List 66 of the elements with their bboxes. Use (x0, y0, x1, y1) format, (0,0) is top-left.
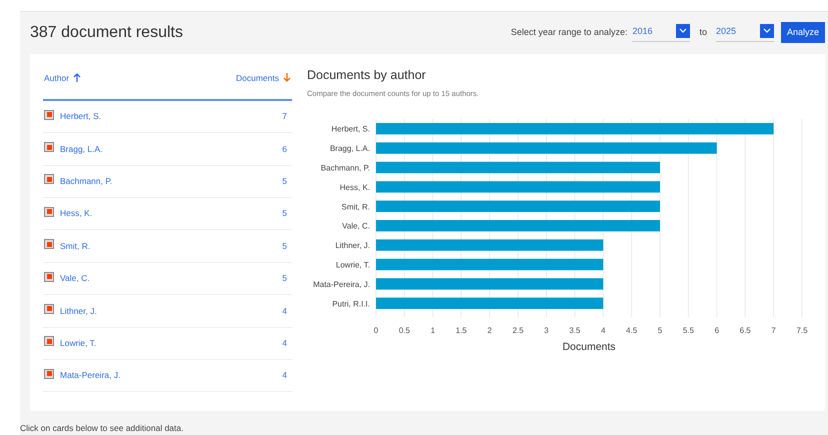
results-heading: 387 document results (30, 22, 183, 43)
tick-label: 0 (374, 326, 378, 335)
axis-label: Bachmann, P. (320, 163, 370, 172)
checkbox[interactable] (44, 336, 54, 346)
axis-title: Documents (562, 340, 616, 353)
axis-label: Bragg, L.A. (330, 144, 370, 154)
author-link[interactable]: Hess, K. (60, 207, 282, 220)
tick-label: 1.5 (456, 326, 467, 335)
footer-hint: Click on cards below to see additional data. (20, 422, 184, 435)
author-link[interactable]: Bachmann, P. (60, 175, 282, 188)
column-header[interactable]: Author (44, 72, 82, 84)
range-label: Select year range to analyze: (510, 26, 628, 40)
tick-label: 5.5 (682, 326, 694, 335)
tick-label: 7.5 (796, 326, 808, 335)
tick-label: 4 (600, 326, 606, 335)
author-link[interactable]: Smit, R. (60, 240, 282, 253)
author-link[interactable]: Bragg, L.A. (60, 142, 282, 156)
axis-label: Putri, R.I.I. (332, 299, 370, 308)
checkbox[interactable] (44, 239, 54, 250)
tick-label: 0.5 (398, 326, 410, 335)
tick-label: 3 (544, 326, 549, 335)
checkbox[interactable] (44, 368, 54, 379)
tick-label: 1 (430, 326, 436, 335)
chart-title: Documents by author (307, 66, 427, 84)
column-header[interactable]: Documents (236, 72, 291, 84)
axis-label: Vale, C. (342, 222, 370, 231)
checkbox[interactable] (44, 206, 54, 217)
chevron-down-icon (760, 24, 774, 38)
tick-label: 7 (771, 326, 776, 335)
document-count: 5 (282, 175, 287, 188)
tick-label: 2 (487, 326, 492, 335)
checkbox[interactable] (44, 174, 54, 184)
checkbox[interactable] (44, 272, 54, 282)
document-count: 5 (282, 240, 287, 253)
author-link[interactable]: Lithner, J. (60, 304, 282, 318)
document-count: 6 (282, 142, 287, 156)
analyze-button[interactable]: Analyze (780, 22, 825, 44)
tick-label: 6.5 (740, 326, 751, 335)
author-link[interactable]: Lowrie, T. (60, 336, 282, 350)
tick-label: 4.5 (626, 326, 638, 335)
axis-label: Hess, K. (340, 182, 370, 192)
author-link[interactable]: Vale, C. (60, 272, 282, 285)
document-count: 5 (282, 207, 287, 220)
to-label: to (699, 26, 707, 40)
to-year-dropdown[interactable]: 2025 (716, 24, 774, 42)
axis-label: Smit, R. (342, 202, 370, 212)
tick-label: 6 (714, 326, 720, 335)
document-count: 4 (282, 336, 287, 350)
tick-label: 2.5 (512, 326, 524, 335)
author-link[interactable]: Mata-Pereira, J. (60, 369, 282, 382)
document-count: 7 (282, 110, 287, 123)
chevron-down-icon (676, 24, 690, 38)
document-count: 4 (282, 369, 287, 382)
document-count: 4 (282, 304, 287, 318)
checkbox[interactable] (44, 110, 54, 120)
document-count: 5 (282, 272, 287, 285)
tick-label: 3.5 (569, 326, 580, 335)
tick-label: 5 (658, 326, 662, 335)
axis-label: Lowrie, T. (336, 260, 370, 270)
axis-label: Lithner, J. (335, 241, 370, 250)
axis-label: Herbert, S. (331, 124, 370, 134)
checkbox[interactable] (44, 142, 54, 152)
axis-label: Mata-Pereira, J. (313, 280, 370, 289)
from-year-dropdown[interactable]: 2016 (632, 24, 690, 42)
author-link[interactable]: Herbert, S. (60, 110, 282, 123)
checkbox[interactable] (44, 304, 54, 314)
